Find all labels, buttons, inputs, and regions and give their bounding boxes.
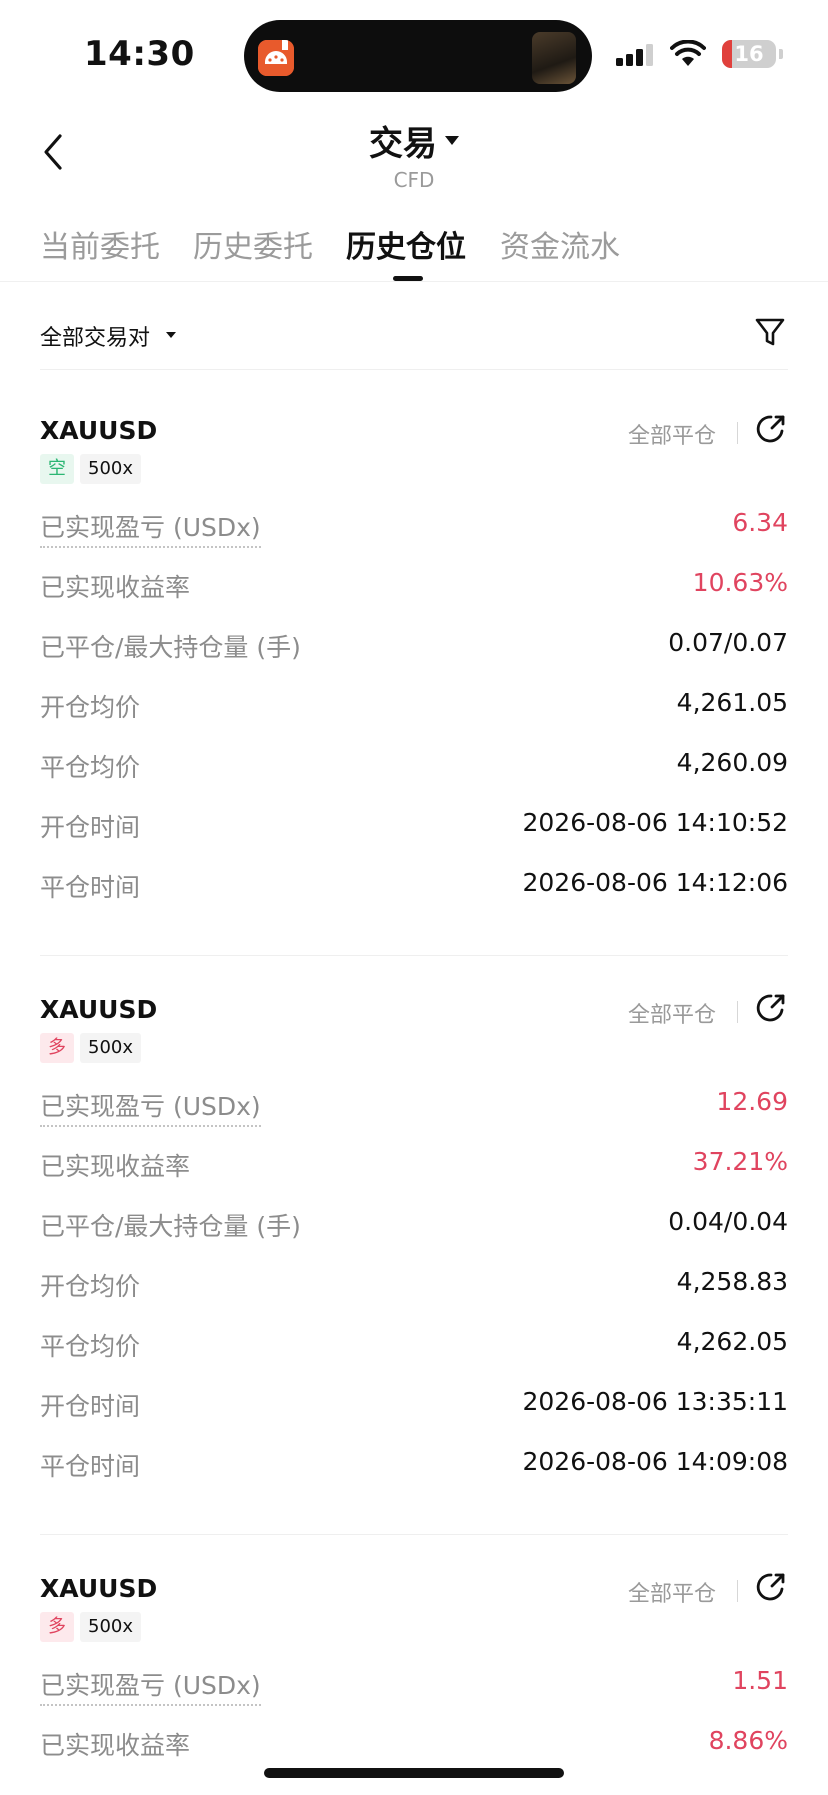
tab-current-orders[interactable]: 当前委托 [40, 222, 160, 266]
row-value: 0.04/0.04 [668, 1207, 788, 1236]
signal-icon [616, 44, 656, 70]
leverage-tag: 500x [80, 454, 142, 484]
home-indicator[interactable] [264, 1768, 564, 1778]
status-bar: 14:30 16 [0, 0, 828, 110]
row-value: 8.86% [708, 1726, 788, 1755]
row-value: 2026-08-06 14:12:06 [522, 868, 788, 897]
position-card: XAUUSD 全部平仓 多 500x 已实现盈亏 (USDx) 1.51 已实现收… [40, 1573, 788, 1795]
tab-position-history[interactable]: 历史仓位 [346, 222, 466, 266]
close-all-button[interactable]: 全部平仓 [628, 1576, 716, 1608]
app-activity-icon [258, 40, 294, 76]
leverage-tag: 500x [80, 1612, 142, 1642]
caret-down-icon [445, 136, 459, 145]
row-value: 10.63% [692, 568, 788, 597]
row-value: 4,260.09 [676, 748, 788, 777]
row-label[interactable]: 已实现盈亏 (USDx) [40, 1087, 261, 1127]
divider [40, 1534, 788, 1535]
share-icon[interactable] [754, 1570, 788, 1604]
row-label: 开仓时间 [40, 1392, 141, 1421]
close-all-button[interactable]: 全部平仓 [628, 997, 716, 1029]
row-label: 开仓均价 [40, 693, 141, 722]
row-value: 2026-08-06 14:10:52 [522, 808, 788, 837]
position-card: XAUUSD 全部平仓 空 500x 已实现盈亏 (USDx) 6.34 已实现收… [40, 415, 788, 916]
tab-fund-flow[interactable]: 资金流水 [500, 222, 620, 266]
row-value: 2026-08-06 14:09:08 [522, 1447, 788, 1476]
media-thumbnail-icon [532, 32, 576, 84]
close-all-button[interactable]: 全部平仓 [628, 418, 716, 450]
page-title: 交易 [369, 124, 437, 164]
caret-down-icon [166, 332, 176, 338]
row-value: 37.21% [692, 1147, 788, 1176]
position-symbol: XAUUSD [40, 995, 158, 1024]
battery-level: 16 [734, 42, 764, 66]
tab-bar: 当前委托 历史委托 历史仓位 资金流水 [0, 210, 828, 282]
share-icon[interactable] [754, 412, 788, 446]
leverage-tag: 500x [80, 1033, 142, 1063]
row-value: 1.51 [732, 1666, 788, 1695]
title-selector[interactable]: 交易 [0, 116, 828, 165]
pair-filter-dropdown[interactable]: 全部交易对 [40, 320, 150, 352]
dynamic-island[interactable] [244, 20, 592, 92]
row-label: 已实现收益率 [40, 1152, 191, 1181]
row-label: 开仓均价 [40, 1272, 141, 1301]
wifi-icon [670, 39, 706, 72]
row-value: 4,261.05 [676, 688, 788, 717]
page-subtitle: CFD [393, 168, 435, 192]
row-label: 已平仓/最大持仓量 (手) [40, 1212, 301, 1241]
row-label: 已实现收益率 [40, 573, 191, 602]
trade-history-screen: 14:30 16 交易 CFD 当前委托 历史委托 历史仓位 资金流水 全部交易… [0, 0, 828, 1795]
row-label: 平仓时间 [40, 1452, 141, 1481]
tab-order-history[interactable]: 历史委托 [193, 222, 313, 266]
row-label: 已实现收益率 [40, 1731, 191, 1760]
row-label: 平仓均价 [40, 1332, 141, 1361]
share-icon[interactable] [754, 991, 788, 1025]
row-value: 0.07/0.07 [668, 628, 788, 657]
active-tab-indicator [393, 276, 423, 281]
row-label[interactable]: 已实现盈亏 (USDx) [40, 508, 261, 548]
filter-row: 全部交易对 [40, 310, 788, 370]
battery-icon: 16 [722, 40, 776, 68]
row-value: 4,262.05 [676, 1327, 788, 1356]
position-card: XAUUSD 全部平仓 多 500x 已实现盈亏 (USDx) 12.69 已实现… [40, 994, 788, 1495]
side-tag: 空 [40, 454, 74, 484]
filter-icon[interactable] [752, 314, 788, 350]
nav-header: 交易 CFD [0, 110, 828, 194]
row-value: 4,258.83 [676, 1267, 788, 1296]
side-tag: 多 [40, 1612, 74, 1642]
row-value: 6.34 [732, 508, 788, 537]
status-time: 14:30 [84, 34, 195, 74]
row-value: 12.69 [716, 1087, 788, 1116]
row-label: 平仓时间 [40, 873, 141, 902]
row-label[interactable]: 已实现盈亏 (USDx) [40, 1666, 261, 1706]
row-label: 已平仓/最大持仓量 (手) [40, 633, 301, 662]
divider [40, 955, 788, 956]
side-tag: 多 [40, 1033, 74, 1063]
row-value: 2026-08-06 13:35:11 [522, 1387, 788, 1416]
row-label: 平仓均价 [40, 753, 141, 782]
row-label: 开仓时间 [40, 813, 141, 842]
position-symbol: XAUUSD [40, 416, 158, 445]
position-symbol: XAUUSD [40, 1574, 158, 1603]
